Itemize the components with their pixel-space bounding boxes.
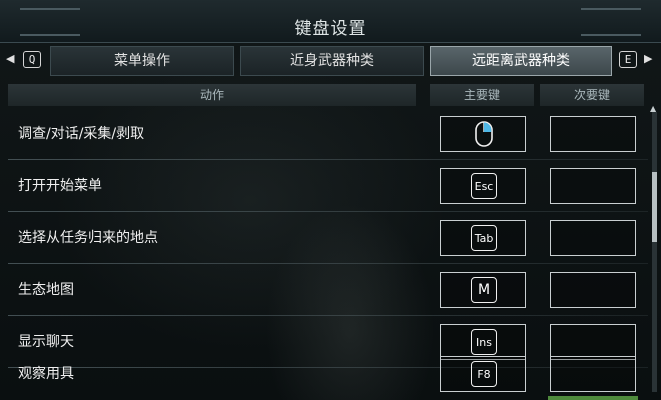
action-label: 选择从任务归来的地点: [18, 230, 158, 246]
tab-label: 近身武器种类: [290, 53, 374, 69]
secondary-key-slot[interactable]: [550, 168, 636, 204]
primary-key-slot[interactable]: Tab: [440, 220, 526, 256]
primary-key-slot[interactable]: Esc: [440, 168, 526, 204]
action-label: 观察用具: [18, 366, 74, 382]
keybind-row: 选择从任务归来的地点 Tab: [8, 212, 648, 264]
scrollbar-thumb[interactable]: [652, 172, 657, 242]
left-arrow-icon[interactable]: ◀: [6, 52, 14, 65]
action-label: 调查/对话/采集/剥取: [18, 126, 145, 142]
tab-melee-weapons[interactable]: 近身武器种类: [240, 46, 424, 76]
right-arrow-icon[interactable]: ▶: [644, 52, 652, 65]
secondary-key-slot[interactable]: [550, 356, 636, 392]
column-header-primary: 主要键: [430, 84, 534, 106]
title-bar: 键盘设置: [0, 0, 661, 43]
prev-tab-key-label: Q: [22, 50, 42, 68]
primary-key-slot[interactable]: M: [440, 272, 526, 308]
secondary-key-slot[interactable]: [550, 116, 636, 152]
tab-ranged-weapons[interactable]: 远距离武器种类: [430, 46, 612, 76]
mouse-right-icon: [471, 121, 497, 147]
tab-menu-operation[interactable]: 菜单操作: [50, 46, 234, 76]
key-tab: Tab: [471, 225, 497, 251]
keybind-row: 观察用具 F8: [8, 348, 648, 400]
keybind-row: 调查/对话/采集/剥取: [8, 108, 648, 160]
action-label: 打开开始菜单: [18, 178, 102, 194]
key-esc: Esc: [471, 173, 497, 199]
next-tab-key[interactable]: E: [616, 48, 640, 70]
tab-bar: ◀ Q 菜单操作 近身武器种类 远距离武器种类 E ▶: [0, 44, 661, 76]
keybind-row: 打开开始菜单 Esc: [8, 160, 648, 212]
next-tab-key-label: E: [618, 50, 638, 68]
action-label: 生态地图: [18, 282, 74, 298]
tab-label: 远距离武器种类: [472, 53, 570, 69]
column-header-secondary: 次要键: [540, 84, 644, 106]
key-f8: F8: [471, 361, 497, 387]
secondary-key-slot[interactable]: [550, 220, 636, 256]
prev-tab-key[interactable]: Q: [20, 48, 44, 70]
selection-highlight: [548, 396, 638, 400]
page-title: 键盘设置: [294, 19, 367, 39]
primary-key-slot[interactable]: F8: [440, 356, 526, 392]
scrollbar[interactable]: [652, 112, 657, 392]
key-m: M: [471, 277, 497, 303]
keybind-row: 生态地图 M: [8, 264, 648, 316]
primary-key-slot[interactable]: [440, 116, 526, 152]
tab-label: 菜单操作: [114, 53, 170, 69]
secondary-key-slot[interactable]: [550, 272, 636, 308]
column-header-action: 动作: [8, 84, 416, 106]
